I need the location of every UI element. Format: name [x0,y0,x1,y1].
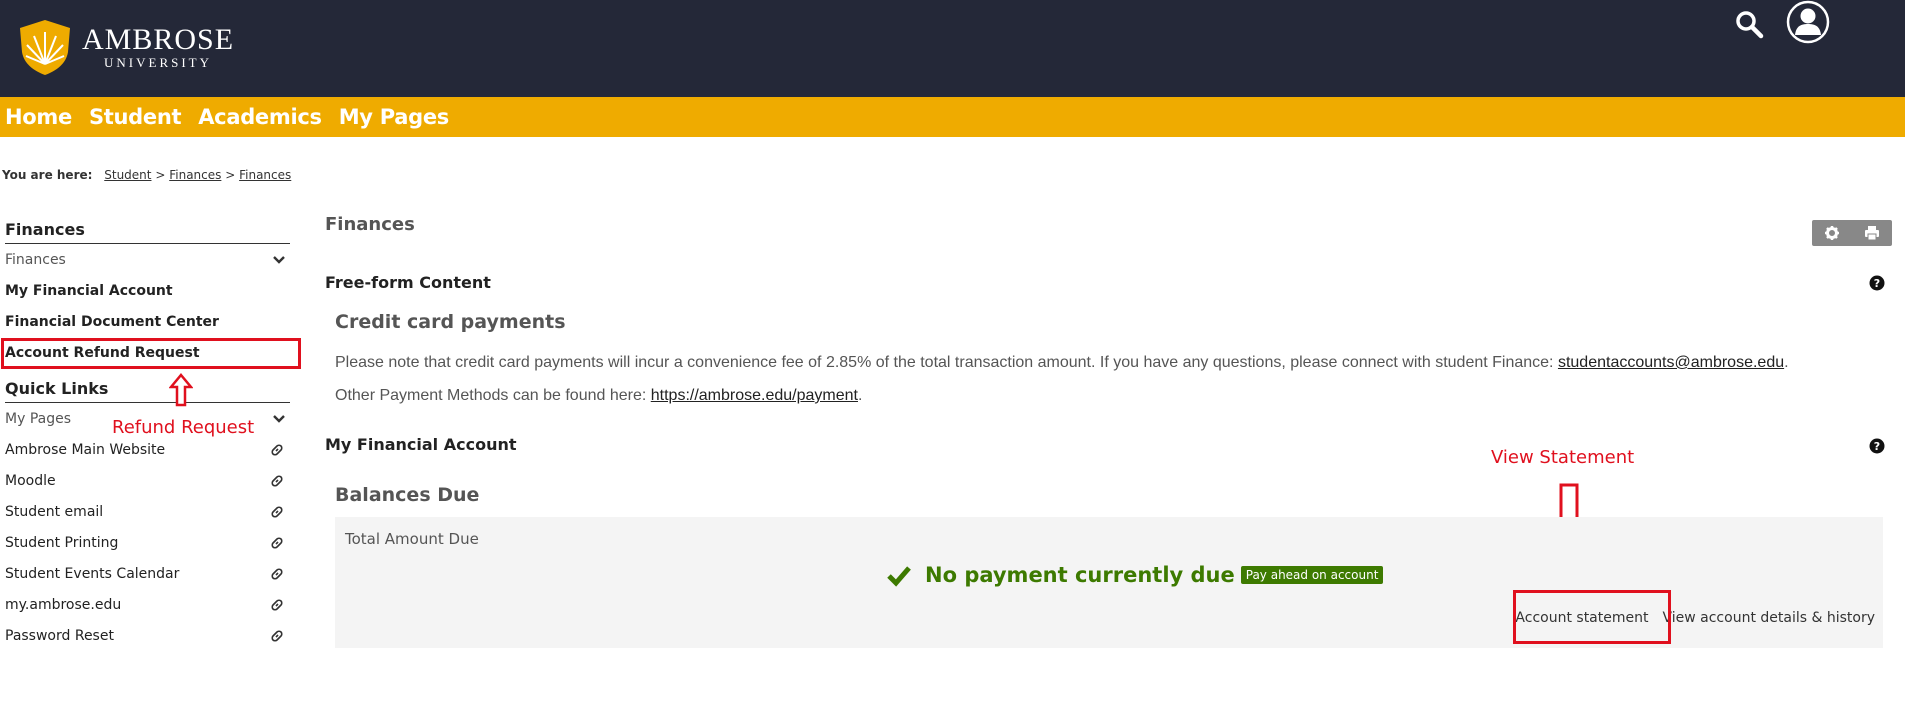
quick-link-student-events-calendar[interactable]: Student Events Calendar [5,558,290,589]
page-title: Finances [325,214,415,235]
breadcrumb: You are here: Student > Finances > Finan… [2,168,291,182]
breadcrumb-student[interactable]: Student [104,168,151,182]
view-account-details-link[interactable]: View account details & history [1662,610,1875,626]
financial-account-section-title: My Financial Account [325,435,517,454]
breadcrumb-label: You are here: [2,168,93,182]
help-icon[interactable]: ? [1869,275,1885,291]
breadcrumb-finances[interactable]: Finances [169,168,221,182]
payment-link[interactable]: https://ambrose.edu/payment [651,387,858,404]
portlet-tools [1812,220,1892,246]
chevron-down-icon [273,255,285,264]
other-payment-text: Other Payment Methods can be found here:… [335,387,863,404]
credit-card-title: Credit card payments [335,311,566,333]
quick-link-password-reset[interactable]: Password Reset [5,620,290,651]
shield-logo-icon [20,20,70,75]
arrow-up-icon [169,373,193,407]
sidebar-finances-dropdown[interactable]: Finances [5,244,290,275]
credit-card-text: Please note that credit card payments wi… [335,354,1789,371]
search-icon[interactable] [1734,9,1764,39]
annotation-refund-box [1,338,301,369]
svg-text:?: ? [1874,440,1880,453]
quick-link-my-ambrose[interactable]: my.ambrose.edu [5,589,290,620]
ambrose-logo[interactable]: AMBROSE UNIVERSITY [16,18,234,76]
nav-academics[interactable]: Academics [198,105,322,129]
svg-text:?: ? [1874,277,1880,290]
no-payment-text: No payment currently due [925,563,1235,587]
logo-name: AMBROSE [82,23,235,56]
sidebar-quick-links-title: Quick Links [5,379,290,403]
annotation-statement-label: View Statement [1491,447,1635,468]
sidebar-item-financial-document-center[interactable]: Financial Document Center [5,306,290,337]
link-icon [271,474,283,487]
link-icon [271,567,283,580]
chevron-down-icon [273,414,285,423]
finance-email-link[interactable]: studentaccounts@ambrose.edu [1558,354,1784,371]
nav-home[interactable]: Home [5,105,72,129]
link-icon [271,598,283,611]
pay-ahead-button[interactable]: Pay ahead on account [1240,566,1384,584]
logo-subtitle: UNIVERSITY [104,55,213,70]
dropdown-label: My Pages [5,410,72,427]
total-amount-label: Total Amount Due [345,530,479,548]
top-header: AMBROSE UNIVERSITY [0,0,1905,97]
quick-link-moodle[interactable]: Moodle [5,465,290,496]
sidebar-finances-title: Finances [5,220,290,244]
nav-student[interactable]: Student [89,105,182,129]
dropdown-label: Finances [5,251,66,268]
link-icon [271,536,283,549]
link-icon [271,505,283,518]
checkmark-icon [887,566,911,587]
link-icon [271,629,283,642]
breadcrumb-sep: > [225,168,236,182]
link-icon [271,443,283,456]
sidebar-item-my-financial-account[interactable]: My Financial Account [5,275,290,306]
breadcrumb-sep: > [155,168,166,182]
freeform-section-title: Free-form Content [325,273,491,292]
annotation-refund-label: Refund Request [112,417,255,438]
no-payment-status: No payment currently due Pay ahead on ac… [887,563,1384,587]
quick-link-student-email[interactable]: Student email [5,496,290,527]
annotation-statement-box [1513,590,1671,644]
quick-link-ambrose-main-website[interactable]: Ambrose Main Website [5,434,290,465]
main-nav: Home Student Academics My Pages [0,97,1905,137]
nav-my-pages[interactable]: My Pages [339,105,450,129]
breadcrumb-finances-current[interactable]: Finances [239,168,291,182]
help-icon[interactable]: ? [1869,438,1885,454]
quick-link-student-printing[interactable]: Student Printing [5,527,290,558]
balances-due-title: Balances Due [335,484,480,506]
gear-icon[interactable] [1824,225,1840,241]
user-icon[interactable] [1786,0,1830,44]
print-icon[interactable] [1864,225,1880,241]
